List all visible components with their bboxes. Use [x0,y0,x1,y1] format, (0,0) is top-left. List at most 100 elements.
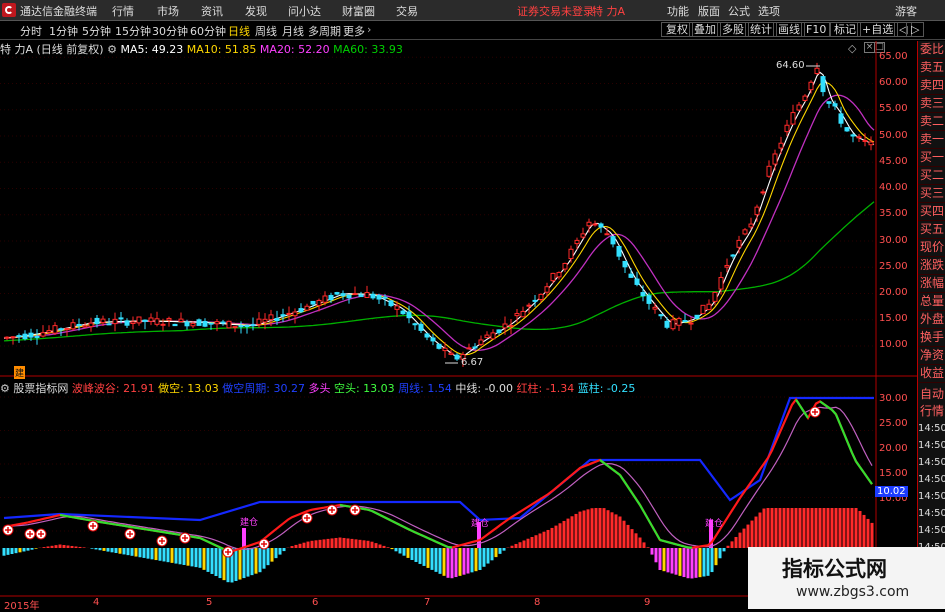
sidebar-sell5[interactable]: 卖五 [918,59,945,77]
hist-bar [315,540,318,548]
sidebar-buy1[interactable]: 买一 [918,149,945,167]
hist-bar [459,548,462,576]
hist-bar [111,548,114,552]
sidebar-volume[interactable]: 总量 [918,293,945,311]
ind-t6: 周线: 1.54 [398,382,452,395]
hist-bar [559,523,562,548]
indicator-gear-icon[interactable]: ⚙ [0,382,10,395]
candle [347,295,351,298]
candle [257,319,261,324]
candle [335,293,339,295]
candle [731,255,735,256]
candle [857,137,861,138]
osc-down-segment [120,525,124,526]
osc-down-segment [864,473,868,479]
candle [491,333,495,339]
candle [713,292,717,301]
hist-bar [655,548,658,562]
hist-bar [423,548,426,566]
sidebar-sell1[interactable]: 卖一 [918,131,945,149]
hist-bar [171,548,174,563]
hist-bar [327,539,330,548]
sidebar-auto[interactable]: 自动 [918,386,945,403]
sidebar-weibi[interactable]: 委比 [918,41,945,59]
hist-bar [275,548,278,558]
sidebar-buy2[interactable]: 买二 [918,167,945,185]
candle [485,335,489,337]
hist-bar [607,510,610,548]
candle [671,320,675,329]
hist-bar [407,548,410,558]
osc-down-segment [364,509,368,510]
sidebar-buy5[interactable]: 买五 [918,221,945,239]
candle [35,336,39,337]
hist-bar [383,546,386,548]
candle [197,320,201,326]
hist-bar [371,542,374,548]
sidebar-buy4[interactable]: 买四 [918,203,945,221]
sidebar-change[interactable]: 涨跌 [918,257,945,275]
hist-bar [627,525,630,548]
x-tick: 8 [534,597,540,608]
hist-bar [123,548,126,554]
osc-down-segment [84,519,88,520]
candle [773,154,777,164]
sidebar-buy3[interactable]: 买三 [918,185,945,203]
hist-bar [191,548,194,566]
candle [833,104,837,106]
low-price-label: 6.67 [461,357,483,368]
hist-bar [771,508,774,548]
sidebar-earnings[interactable]: 收益 [918,365,945,383]
jiancang-marker: 建仓 [240,515,258,528]
hist-bar [19,548,22,552]
sidebar-price[interactable]: 现价 [918,239,945,257]
hist-bar [27,548,30,551]
hist-bar [855,508,858,548]
hist-bar [867,519,870,548]
osc-down-segment [148,530,152,531]
candle [395,306,399,309]
candle [581,234,585,237]
ind-current-value: 10.02 [875,486,908,497]
hist-bar [403,548,406,556]
hist-bar [51,546,54,548]
hist-bar [807,508,810,548]
hist-bar [483,548,486,567]
hist-bar [11,548,14,554]
hist-bar [739,533,742,548]
indicator-bars [3,508,874,582]
hist-bar [427,548,430,568]
candle [353,294,357,295]
hist-bar [815,508,818,548]
hist-bar [535,535,538,548]
sidebar-sell4[interactable]: 卖四 [918,77,945,95]
sidebar-sell3[interactable]: 卖三 [918,95,945,113]
osc-down-segment [436,542,440,544]
candle [209,323,213,324]
sidebar-net-asset[interactable]: 净资 [918,347,945,365]
candle [113,319,117,323]
osc-down-segment [624,481,628,487]
hist-bar [311,541,314,548]
candle [269,315,273,320]
candle [797,105,801,110]
sidebar-sell2[interactable]: 卖二 [918,113,945,131]
ind-t9: 蓝柱: -0.25 [578,382,636,395]
y-tick: 65.00 [879,51,908,62]
hist-bar [707,548,710,576]
candle [425,334,429,337]
sidebar-change-pct[interactable]: 涨幅 [918,275,945,293]
candle [173,324,177,325]
hist-bar [159,548,162,561]
candle [821,77,825,92]
candle [293,312,297,316]
hist-bar [659,548,662,570]
hist-bar [147,548,150,559]
sidebar-outer[interactable]: 外盘 [918,311,945,329]
hist-bar [651,548,654,555]
sidebar-quote[interactable]: 行情 [918,403,945,420]
candle [443,348,447,350]
ind-t7: 中线: -0.00 [455,382,513,395]
sidebar-turnover[interactable]: 换手 [918,329,945,347]
osc-down-segment [412,531,416,533]
